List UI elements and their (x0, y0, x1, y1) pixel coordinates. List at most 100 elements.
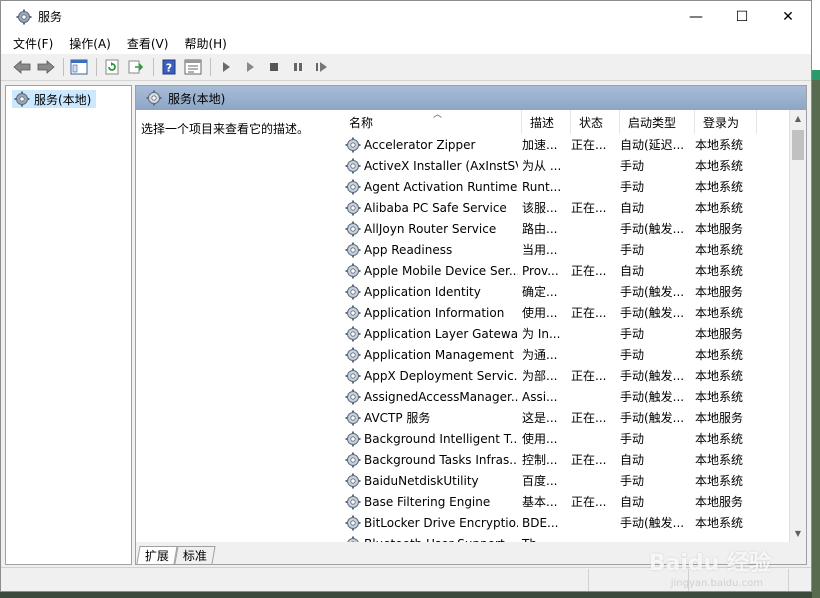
service-name: BaiduNetdiskUtility (364, 473, 479, 488)
scrollbar-thumb[interactable] (792, 130, 804, 160)
tab-extended-label: 扩展 (144, 549, 169, 563)
service-gear-icon (345, 494, 361, 510)
service-log-on-as: 本地系统 (695, 474, 744, 488)
service-row[interactable]: Bluetooth User Support...Th... (341, 533, 806, 542)
service-startup-type: 手动 (620, 432, 645, 446)
help-button[interactable]: ? (158, 56, 180, 78)
service-row[interactable]: Apple Mobile Device Ser... Prov... 正在... 自动… (341, 260, 806, 281)
service-name: Application Layer Gatewa... (364, 326, 518, 341)
service-row[interactable]: ActiveX Installer (AxInstSV) 为从 ... 手动 本地系统 (341, 155, 806, 176)
service-description: Assi... (522, 389, 558, 404)
tree-node-services-local[interactable]: 服务(本地) (12, 90, 96, 108)
column-header-startup-type[interactable]: 启动类型 (620, 110, 695, 134)
forward-button[interactable] (35, 56, 57, 78)
service-row[interactable]: BitLocker Drive Encryptio... BDE... 手动(触发.… (341, 512, 806, 533)
service-gear-icon (345, 389, 361, 405)
vertical-scrollbar[interactable]: ▲ ▼ (789, 110, 806, 542)
service-startup-type: 手动 (620, 243, 645, 257)
service-gear-icon (345, 368, 361, 384)
service-description: 当用... (522, 243, 558, 257)
service-status: 正在... (571, 453, 607, 467)
service-gear-icon (345, 431, 361, 447)
service-row[interactable]: Application Identity 确定... 手动(触发... 本地服务 (341, 281, 806, 302)
service-startup-type: 手动(触发... (620, 306, 685, 320)
service-row[interactable]: Accelerator Zipper 加速... 正在... 自动(延迟... 本地系统 (341, 134, 806, 155)
toolbar-separator (153, 58, 154, 76)
service-row[interactable]: AllJoyn Router Service 路由... 手动(触发... 本地服务 (341, 218, 806, 239)
service-row[interactable]: AssignedAccessManager... Assi... 手动(触发... 本… (341, 386, 806, 407)
refresh-button[interactable] (101, 56, 123, 78)
export-list-button[interactable] (125, 56, 147, 78)
export-icon (128, 60, 144, 74)
column-header-description[interactable]: 描述 (522, 110, 571, 134)
menu-file[interactable]: 文件(F) (13, 35, 53, 52)
service-name: ActiveX Installer (AxInstSV) (364, 158, 518, 173)
service-name: Application Identity (364, 284, 481, 299)
tab-extended[interactable]: 扩展 (136, 546, 178, 564)
service-row[interactable]: Background Tasks Infras... 控制... 正在... 自动 本地… (341, 449, 806, 470)
service-log-on-as: 本地系统 (695, 516, 744, 530)
column-header-status[interactable]: 状态 (571, 110, 620, 134)
minimize-button[interactable]: — (673, 1, 719, 32)
service-row[interactable]: App Readiness 当用... 手动 本地系统 (341, 239, 806, 260)
service-row[interactable]: AVCTP 服务 这是... 正在... 手动(触发... 本地服务 (341, 407, 806, 428)
scroll-up-icon[interactable]: ▲ (790, 110, 806, 127)
column-header-name[interactable]: 名称 (341, 110, 522, 134)
play-icon (223, 62, 230, 72)
start-service-alt-button[interactable] (239, 56, 261, 78)
service-log-on-as: 本地系统 (695, 453, 744, 467)
service-status: 正在... (571, 495, 607, 509)
show-hide-console-tree-button[interactable] (68, 56, 90, 78)
service-description: 加速... (522, 138, 558, 152)
service-log-on-as: 本地系统 (695, 138, 744, 152)
column-header-log-on-as[interactable]: 登录为 (695, 110, 757, 134)
title-bar: 服务 — ☐ ✕ (1, 1, 811, 32)
tab-standard[interactable]: 标准 (174, 546, 216, 564)
service-row[interactable]: Application Management 为通... 手动 本地系统 (341, 344, 806, 365)
service-status: 正在... (571, 201, 607, 215)
service-description: BDE... (522, 515, 559, 530)
menu-help[interactable]: 帮助(H) (184, 35, 226, 52)
service-description: Runt... (522, 179, 562, 194)
service-status: 正在... (571, 264, 607, 278)
service-description: 使用... (522, 432, 558, 446)
menu-view[interactable]: 查看(V) (127, 35, 169, 52)
service-row[interactable]: Agent Activation Runtime... Runt... 手动 本地系统 (341, 176, 806, 197)
svg-text:?: ? (166, 62, 172, 75)
start-service-button[interactable] (215, 56, 237, 78)
service-row[interactable]: Application Information 使用... 正在... 手动(触发..… (341, 302, 806, 323)
scroll-down-icon[interactable]: ▼ (790, 525, 806, 542)
service-status: 正在... (571, 138, 607, 152)
service-description: Prov... (522, 263, 559, 278)
service-description: 百度... (522, 474, 558, 488)
restart-service-button[interactable] (311, 56, 333, 78)
service-log-on-as: 本地服务 (695, 495, 744, 509)
service-row[interactable]: Application Layer Gatewa... 为 In... 手动 本地服务 (341, 323, 806, 344)
description-pane: 选择一个项目来查看它的描述。 (136, 110, 341, 542)
service-status: 正在... (571, 369, 607, 383)
menu-action[interactable]: 操作(A) (69, 35, 111, 52)
service-startup-type: 手动(触发... (620, 411, 685, 425)
service-description: 使用... (522, 306, 558, 320)
service-name: AssignedAccessManager... (364, 389, 518, 404)
service-gear-icon (345, 284, 361, 300)
service-row[interactable]: Background Intelligent T... 使用... 手动 本地系统 (341, 428, 806, 449)
close-button[interactable]: ✕ (765, 1, 811, 32)
back-button[interactable] (11, 56, 33, 78)
maximize-button[interactable]: ☐ (719, 1, 765, 32)
toolbar-separator (96, 58, 97, 76)
service-row[interactable]: Base Filtering Engine 基本... 正在... 自动 本地服务 (341, 491, 806, 512)
properties-button[interactable] (182, 56, 204, 78)
pause-service-button[interactable] (287, 56, 309, 78)
stop-service-button[interactable] (263, 56, 285, 78)
service-name: Base Filtering Engine (364, 494, 491, 509)
service-startup-type: 手动(触发... (620, 390, 685, 404)
arrow-right-icon (37, 60, 55, 74)
service-row[interactable]: AppX Deployment Servic... 为部... 正在... 手动(触发… (341, 365, 806, 386)
stop-icon (270, 63, 278, 71)
service-row[interactable]: BaiduNetdiskUtility 百度... 手动 本地系统 (341, 470, 806, 491)
service-startup-type: 手动 (620, 348, 645, 362)
service-row[interactable]: Alibaba PC Safe Service 该服... 正在... 自动 本地系统 (341, 197, 806, 218)
help-icon: ? (162, 59, 176, 75)
service-name: Background Intelligent T... (364, 431, 518, 446)
